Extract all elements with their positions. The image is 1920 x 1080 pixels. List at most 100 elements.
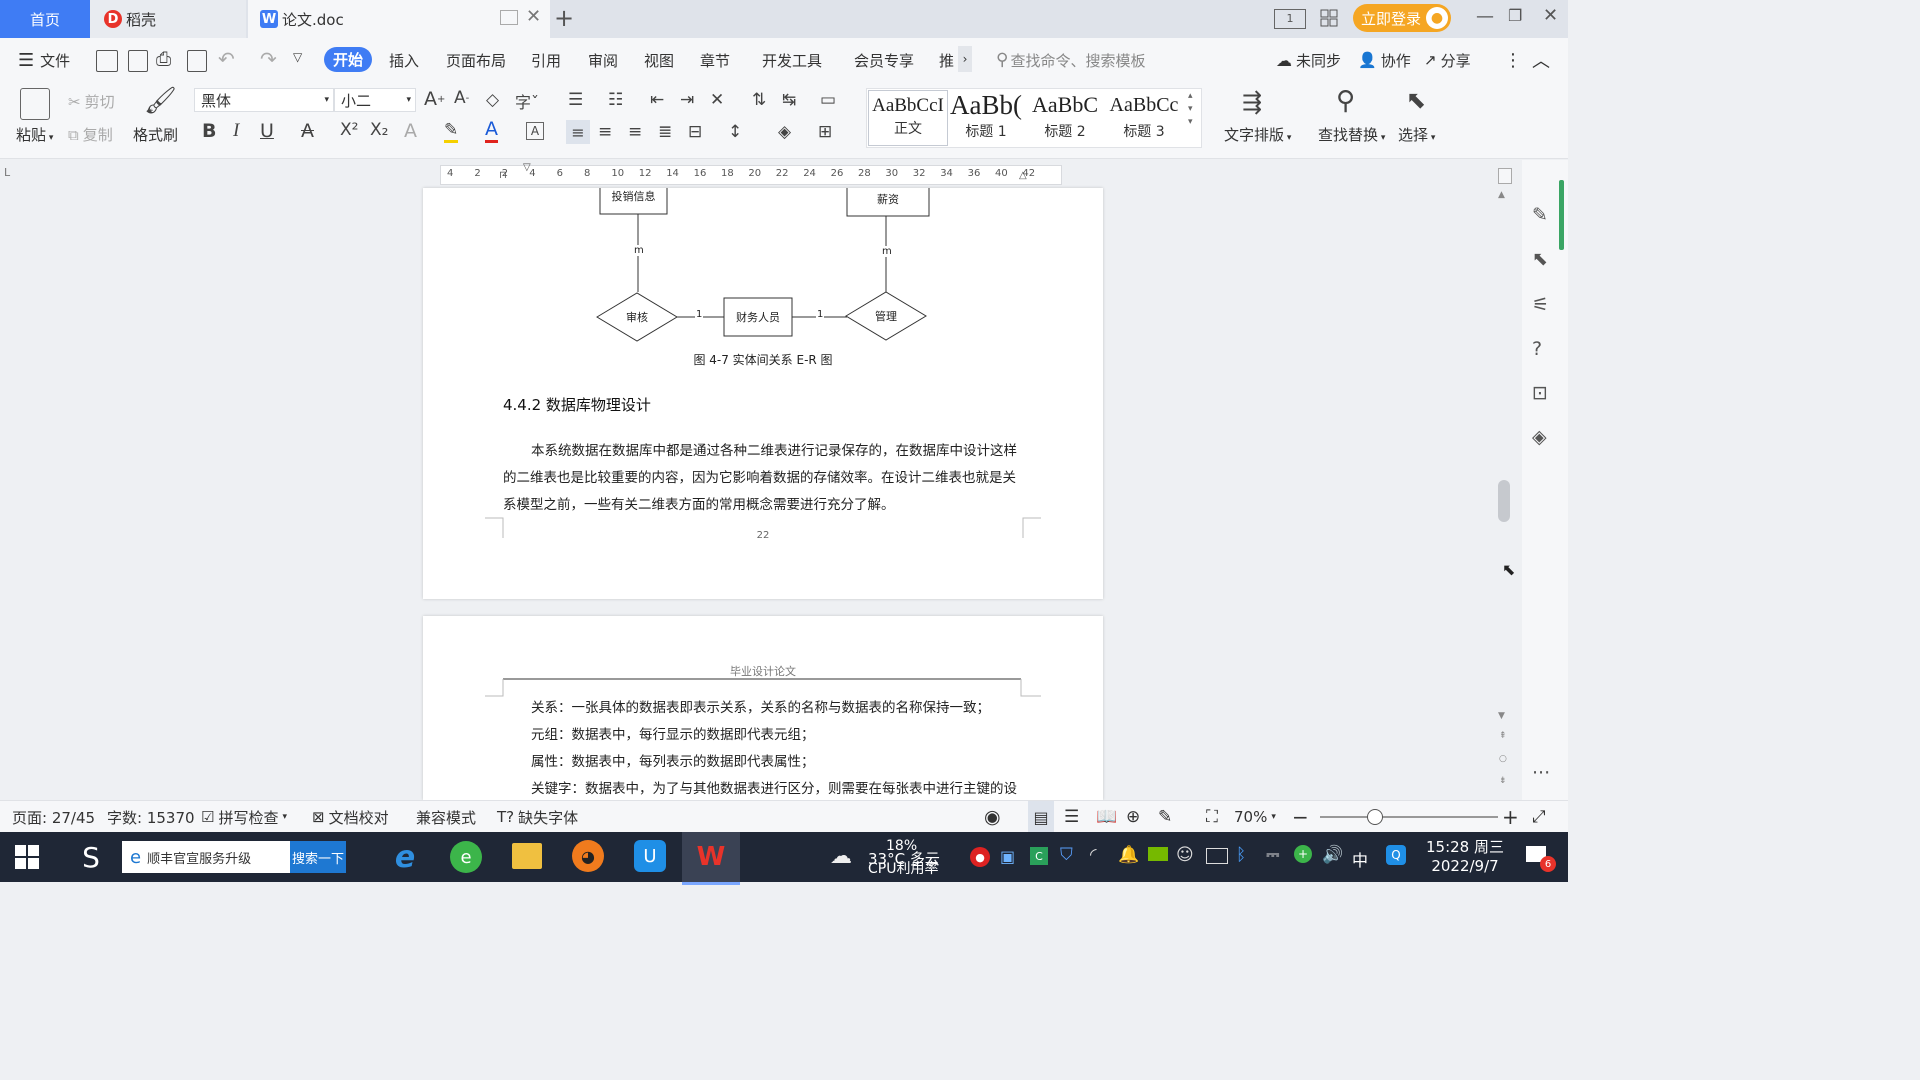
minimize-icon[interactable]: —	[1476, 6, 1494, 27]
horizontal-ruler[interactable]: 4 2 2 4 6 8 10 12 14 16 18 20 22 24 26 28 30 32 34 36 40 42 ▽…	[440, 162, 1062, 185]
write-mode-icon[interactable]: ✎	[1158, 801, 1172, 833]
align-right-icon[interactable]: ≡	[628, 122, 642, 142]
backup-icon[interactable]: ⊡	[1532, 382, 1548, 404]
zoom-slider-thumb[interactable]	[1367, 809, 1383, 825]
chinese-layout-icon[interactable]: ✕	[710, 90, 724, 110]
format-painter-icon[interactable]: 🖌	[144, 86, 177, 116]
format-painter-button[interactable]: 格式刷	[133, 124, 178, 145]
more-options-icon[interactable]: ⋮	[1504, 38, 1522, 82]
align-center-icon[interactable]: ≡	[598, 122, 612, 142]
clock[interactable]: 15:28 周三 2022/9/7	[1420, 838, 1510, 876]
export-pdf-icon[interactable]	[128, 50, 148, 72]
font-name-select[interactable]: 黑体 ▾	[194, 88, 334, 112]
apps-grid-icon[interactable]	[1320, 9, 1338, 27]
help-icon[interactable]: ?	[1532, 338, 1542, 360]
style-heading-3[interactable]: AaBbCc 标题 3	[1106, 90, 1182, 144]
outline-view-icon[interactable]: ☰	[1064, 801, 1079, 833]
file-explorer-icon[interactable]	[512, 843, 542, 869]
justify-icon[interactable]: ≣	[658, 122, 672, 142]
text-layout-button[interactable]: 文字排版 ▾	[1224, 124, 1291, 145]
volume-icon[interactable]: 🔊	[1322, 845, 1343, 865]
underline-icon[interactable]: U	[260, 120, 274, 142]
distribute-icon[interactable]: ⊟	[688, 122, 702, 142]
shield-icon[interactable]: ⛉	[1060, 845, 1073, 865]
split-view-icon[interactable]	[1498, 168, 1512, 184]
word-count[interactable]: 字数: 15370	[107, 801, 195, 833]
taskbar-search-button[interactable]: 搜索一下	[290, 841, 346, 873]
style-normal[interactable]: AaBbCcI 正文	[868, 90, 948, 146]
game-app-icon[interactable]: ◕	[572, 840, 604, 872]
tab-document[interactable]: W 论文.doc ✕	[248, 0, 550, 38]
notification-bell-icon[interactable]: 🔔	[1118, 845, 1139, 865]
shrink-font-icon[interactable]: A-	[454, 88, 469, 108]
qq-icon[interactable]: ☺	[1176, 845, 1194, 865]
tab-stop-icon[interactable]: L	[4, 166, 10, 179]
zoom-out-icon[interactable]: −	[1292, 801, 1309, 833]
tab-home[interactable]: 首页	[0, 0, 90, 38]
italic-icon[interactable]: I	[233, 120, 239, 142]
undo-icon[interactable]: ↶	[218, 47, 235, 71]
style-heading-1[interactable]: AaBb( 标题 1	[948, 90, 1024, 144]
left-indent-marker[interactable]: ⊓	[499, 170, 507, 181]
menu-scroll-right-icon[interactable]: ›	[958, 46, 972, 72]
previous-page-icon[interactable]: ⇞	[1499, 731, 1507, 741]
web-view-icon[interactable]: ⊕	[1126, 801, 1140, 833]
page-indicator[interactable]: 页面: 27/45	[12, 801, 95, 833]
right-indent-marker[interactable]: △	[1019, 170, 1027, 181]
more-sidebar-icon[interactable]: ···	[1532, 762, 1550, 784]
usb-icon[interactable]: ⎓	[1266, 845, 1280, 865]
grow-font-icon[interactable]: A +	[424, 88, 445, 110]
share-button[interactable]: ↗ 分享	[1424, 38, 1471, 82]
next-page-icon[interactable]: ⇟	[1499, 776, 1507, 786]
missing-font-button[interactable]: T? 缺失字体	[497, 801, 578, 833]
wifi-icon[interactable]: ◜	[1090, 845, 1097, 865]
line-direction-icon[interactable]: ↹	[782, 90, 796, 110]
proofread-button[interactable]: ⊠ 文档校对	[312, 801, 389, 833]
increase-indent-icon[interactable]: ⇥	[680, 90, 694, 110]
sort-icon[interactable]: ⇅	[752, 90, 766, 110]
fullscreen-icon[interactable]: ⤢	[1532, 801, 1546, 833]
tab-start[interactable]: 开始	[324, 47, 372, 72]
document-page-23[interactable]: 毕业设计论文 关系：一张具体的数据表即表示关系，关系的名称与数据表的名称保持一致…	[423, 616, 1103, 800]
spell-check-button[interactable]: ☑ 拼写检查 ▾	[201, 801, 287, 833]
tab-daoke[interactable]: D 稻壳	[90, 0, 246, 38]
bold-icon[interactable]: B	[202, 120, 216, 142]
fit-page-icon[interactable]: ⛶	[1206, 801, 1218, 833]
font-color-icon[interactable]: A	[485, 118, 498, 143]
pointer-icon[interactable]: ⬉	[1532, 248, 1548, 270]
zoom-in-icon[interactable]: +	[1502, 801, 1519, 833]
align-left-icon[interactable]: ≡	[566, 120, 590, 144]
network-app-icon[interactable]: U	[634, 840, 666, 872]
font-size-select[interactable]: 小二 ▾	[334, 88, 416, 112]
tab-references[interactable]: 引用	[531, 38, 561, 82]
tray-green-icon[interactable]: C	[1030, 847, 1048, 865]
antivirus-tray-icon[interactable]: ●	[970, 847, 990, 867]
tray-360-icon[interactable]: +	[1294, 845, 1312, 863]
zoom-select[interactable]: 70% ▾	[1234, 801, 1276, 833]
file-menu[interactable]: ☰ 文件	[18, 38, 70, 82]
more-quick-access-icon[interactable]: ▽	[293, 50, 302, 64]
tab-page-layout[interactable]: 页面布局	[446, 38, 506, 82]
tab-member[interactable]: 会员专享	[854, 38, 914, 82]
command-search[interactable]: ⚲ 查找命令、搜索模板	[996, 38, 1145, 82]
tab-chapter[interactable]: 章节	[700, 38, 730, 82]
copy-button[interactable]: ⧉ 复制	[68, 124, 113, 145]
line-spacing-icon[interactable]: ↕	[728, 122, 742, 142]
decrease-indent-icon[interactable]: ⇤	[650, 90, 664, 110]
character-border-icon[interactable]: A	[526, 122, 544, 140]
subscript-icon[interactable]: X₂	[370, 120, 388, 140]
strikethrough-icon[interactable]: A	[301, 120, 314, 142]
tab-window-icon[interactable]	[500, 10, 518, 25]
windows-start-icon[interactable]	[14, 844, 40, 870]
nvidia-icon[interactable]	[1148, 847, 1168, 861]
find-replace-button[interactable]: 查找替换 ▾	[1318, 124, 1385, 145]
tab-insert[interactable]: 插入	[389, 38, 419, 82]
clear-format-icon[interactable]: ◇	[486, 90, 499, 110]
adjust-icon[interactable]: ⚟	[1532, 294, 1549, 316]
cursor-select-icon[interactable]: ⬉	[1406, 86, 1426, 114]
page-view-icon[interactable]: ▤	[1028, 801, 1054, 833]
styles-scroll-icon[interactable]: ▴ ▾ ▾	[1188, 90, 1193, 129]
paste-icon[interactable]	[20, 88, 50, 120]
bullet-list-icon[interactable]: ☰	[568, 90, 583, 110]
text-effect-icon[interactable]: A	[404, 120, 417, 142]
